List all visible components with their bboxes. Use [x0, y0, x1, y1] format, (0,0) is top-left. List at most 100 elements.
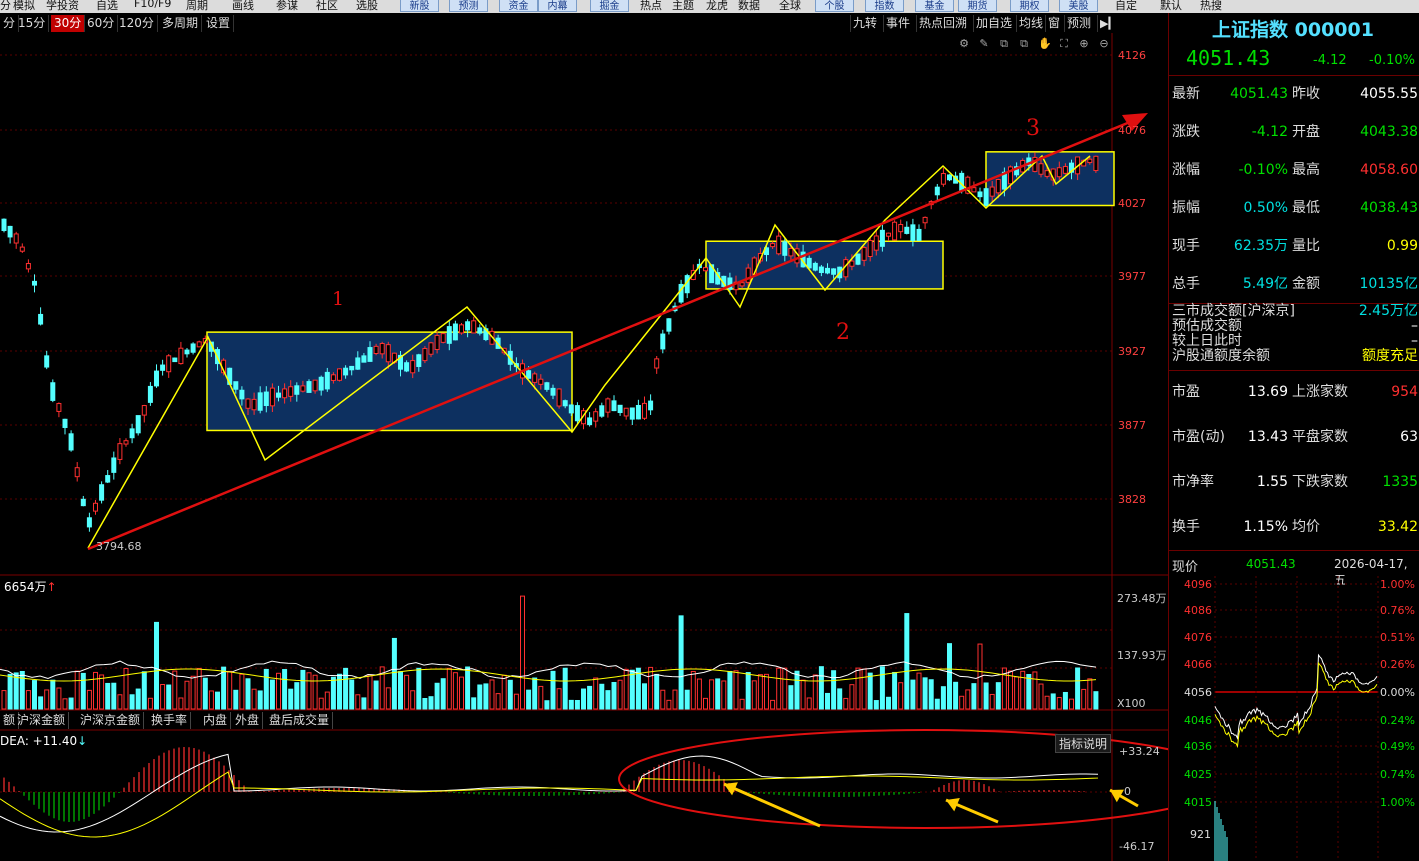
indicator-tab-6[interactable]: 盘后成交量	[266, 712, 334, 729]
volume-bar	[202, 677, 208, 710]
indicator-tab-5[interactable]: 外盘	[232, 712, 264, 729]
quote-value: -4.12	[1251, 124, 1288, 140]
quote-value: 4051.43	[1230, 86, 1288, 102]
volume-bar	[489, 679, 495, 710]
candle-body	[593, 411, 599, 422]
candle-body	[989, 186, 995, 197]
candle-body	[605, 398, 611, 413]
intraday-avg-line	[1214, 661, 1378, 749]
indicator-tab-4[interactable]: 内盘	[200, 712, 232, 729]
valuation-value: 13.69	[1247, 384, 1288, 400]
quote-label: 最新	[1172, 86, 1200, 102]
volume-bar	[19, 670, 25, 710]
volume-bar	[965, 689, 971, 710]
candle-body	[916, 228, 922, 241]
volume-bar	[269, 679, 275, 710]
volume-bar	[471, 697, 477, 710]
volume-bar	[391, 637, 397, 710]
index-title: 上证指数 000001	[1212, 19, 1374, 41]
volume-bar	[233, 689, 239, 710]
volume-bar	[117, 694, 123, 710]
candle-body	[867, 240, 873, 257]
quote-label: 量比	[1292, 238, 1320, 254]
menu-item-28[interactable]: 热搜	[1200, 0, 1222, 13]
quote-label: 涨幅	[1172, 162, 1200, 178]
kline-chart-area[interactable]: 4126 4076 4027 3977 3927 3877 3828	[0, 0, 1168, 861]
candle-body	[93, 502, 98, 512]
intraday-right-axis-label: 0.24%	[1380, 714, 1415, 727]
candle-body	[306, 381, 312, 393]
volume-bar	[721, 680, 727, 710]
volume-bar	[507, 679, 513, 710]
volume-bar	[940, 686, 946, 710]
candle-body	[38, 313, 44, 325]
intraday-left-axis-label: 4066	[1184, 658, 1212, 671]
volume-bar	[343, 667, 349, 710]
quote-value: 10135亿	[1359, 276, 1418, 292]
volume-bar	[7, 673, 13, 710]
indicator-tab-1[interactable]: 沪深金额	[14, 712, 70, 729]
volume-bar	[361, 697, 367, 710]
volume-bar	[446, 667, 452, 710]
volume-bar	[532, 677, 538, 710]
candle-body	[776, 235, 782, 255]
macd-header: DEA: +11.40↓	[0, 734, 88, 748]
candle-body	[111, 457, 117, 473]
pointer-arrow	[723, 782, 821, 828]
quote-row: 振幅 0.50% 最低 4038.43	[1170, 198, 1418, 218]
volume-bar	[459, 676, 464, 710]
intraday-chart[interactable]: 4096 1.00% 4086 0.76% 4076 0.51% 4066 0.26% 4056…	[1168, 576, 1419, 861]
volume-bar	[93, 671, 98, 710]
volume-bar	[1032, 671, 1038, 710]
volume-bar	[294, 682, 300, 710]
valuation-label: 上涨家数	[1292, 384, 1348, 400]
quote-value: 4043.38	[1360, 124, 1418, 140]
volume-bar	[68, 697, 74, 710]
candle-body	[32, 280, 37, 286]
indicator-tab-3[interactable]: 换手率	[148, 712, 192, 729]
quote-value: 4058.60	[1360, 162, 1418, 178]
volume-bar	[983, 682, 989, 710]
quote-value: 5.49亿	[1242, 276, 1288, 292]
volume-bar	[105, 682, 111, 710]
volume-bar	[288, 688, 294, 710]
candle-body	[739, 282, 745, 287]
volume-bar	[587, 685, 593, 710]
candle-body	[599, 405, 605, 417]
volume-bar	[135, 688, 141, 710]
candle-body	[568, 404, 574, 414]
indicator-tab-2[interactable]: 沪深京金额	[77, 712, 145, 729]
candle-body	[910, 224, 916, 241]
volume-bar	[837, 688, 843, 710]
candle-body	[263, 391, 269, 407]
volume-bar	[160, 684, 166, 710]
volume-bar	[398, 671, 403, 710]
volume-bar	[800, 679, 806, 710]
intraday-right-axis-label: 1.00%	[1380, 578, 1415, 591]
volume-bar	[928, 679, 934, 710]
volume-bar	[788, 685, 794, 710]
candle-body	[556, 388, 562, 407]
candle-body	[178, 347, 184, 365]
volume-bar	[1087, 678, 1093, 710]
volume-bar	[898, 682, 904, 710]
candle-body	[257, 392, 263, 411]
volume-bar	[556, 688, 562, 710]
volume-bar	[416, 667, 422, 710]
indicator-help-button[interactable]: 指标说明	[1055, 734, 1112, 753]
market-row: 沪股通额度余额 额度充足	[1170, 348, 1418, 364]
volume-bar	[739, 698, 745, 710]
market-label: 沪股通额度余额	[1172, 348, 1270, 364]
candle-body	[995, 178, 1001, 194]
candle-body	[56, 403, 62, 412]
candle-body	[147, 385, 153, 403]
candle-body	[312, 379, 318, 392]
candle-body	[160, 364, 166, 371]
price-axis-label: 4076	[1118, 124, 1146, 137]
market-row: 三市成交额[沪深京] 2.45万亿	[1170, 303, 1418, 319]
volume-bar	[32, 680, 37, 710]
candle-body	[1038, 163, 1044, 175]
volume-bar	[959, 695, 965, 710]
candle-body	[1093, 155, 1099, 172]
annotation-1: 1	[332, 288, 345, 310]
